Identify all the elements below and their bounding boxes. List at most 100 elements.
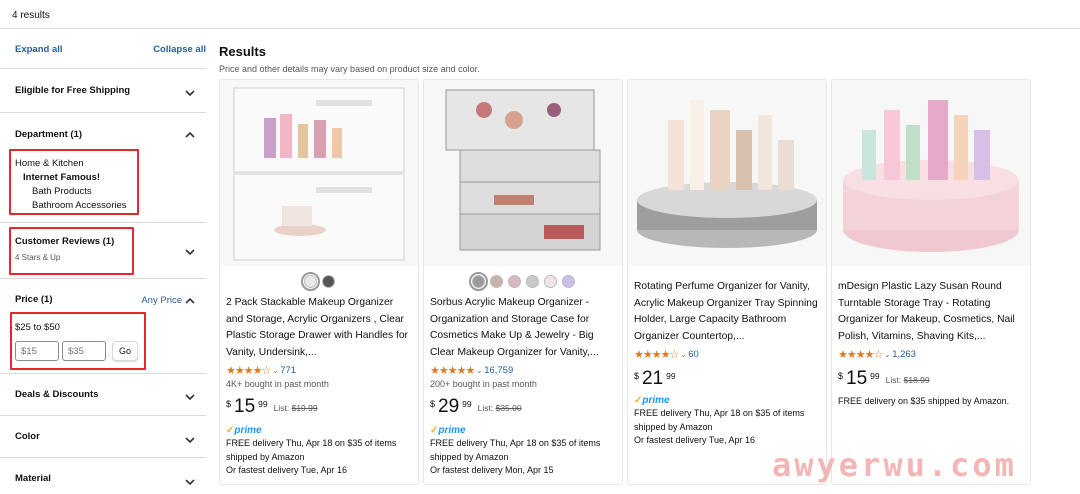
free-shipping-section[interactable]: Eligible for Free Shipping — [0, 68, 206, 112]
price: $29 99 List: $35.00 — [430, 397, 522, 416]
list-price-value: $35.00 — [495, 403, 522, 413]
fastest-delivery: Or fastest delivery Tue, Apr 16 — [226, 465, 348, 475]
chevron-down-icon: ⌄ — [884, 351, 891, 359]
dept-bath-products[interactable]: Bath Products — [32, 186, 92, 197]
prime-label: prime — [234, 425, 262, 436]
deals-title: Deals & Discounts — [15, 389, 99, 400]
chevron-down-icon: ⌄ — [272, 367, 279, 375]
swatch-gray[interactable] — [525, 275, 539, 288]
reviews-title: Customer Reviews (1) — [15, 236, 115, 247]
swatch-taupe[interactable] — [489, 275, 503, 288]
chevron-down-icon[interactable] — [184, 246, 196, 258]
department-title: Department (1) — [15, 129, 83, 140]
chevron-down-icon[interactable] — [184, 476, 196, 488]
color-title: Color — [15, 431, 40, 442]
chevron-up-icon[interactable] — [184, 295, 196, 307]
expand-all-link[interactable]: Expand all — [15, 44, 63, 55]
product-image[interactable] — [220, 80, 418, 266]
any-price-link[interactable]: Any Price — [141, 295, 182, 306]
star-rating-icon: ★★★★★ — [430, 365, 475, 377]
go-button[interactable]: Go — [112, 341, 138, 361]
department-section: Department (1) Home & Kitchen Internet F… — [0, 112, 206, 222]
dept-home-kitchen[interactable]: Home & Kitchen — [15, 158, 84, 169]
results-heading: Results — [219, 44, 266, 59]
product-card[interactable]: mDesign Plastic Lazy Susan Round Turntab… — [831, 79, 1031, 485]
list-price: List: $35.00 — [478, 403, 522, 413]
free-shipping-title: Eligible for Free Shipping — [15, 85, 131, 96]
swatch-black[interactable] — [321, 275, 335, 288]
rating-count[interactable]: 1,263 — [892, 349, 916, 360]
price-whole: 29 — [438, 396, 460, 417]
price-whole: 15 — [234, 396, 256, 417]
collapse-all-link[interactable]: Collapse all — [153, 44, 206, 55]
min-price-input[interactable] — [15, 341, 59, 361]
bought-note: 4K+ bought in past month — [226, 379, 329, 389]
chevron-down-icon[interactable] — [184, 391, 196, 403]
prime-label: prime — [438, 425, 466, 436]
price: $15 99 List: $19.99 — [226, 397, 318, 416]
delivery-info: FREE delivery Thu, Apr 18 on $35 of item… — [634, 408, 805, 432]
chevron-up-icon[interactable] — [184, 129, 196, 141]
star-rating-icon: ★★★★☆ — [226, 365, 271, 377]
rating[interactable]: ★★★★★ ⌄ 16,759 — [430, 364, 513, 377]
product-image[interactable] — [832, 80, 1030, 266]
price-currency: $ — [838, 371, 844, 381]
price-range-link[interactable]: $25 to $50 — [15, 322, 60, 333]
max-price-input[interactable] — [62, 341, 106, 361]
price-cents: 99 — [462, 399, 472, 409]
price-currency: $ — [634, 371, 640, 381]
dept-bathroom-accessories[interactable]: Bathroom Accessories — [32, 200, 127, 211]
list-label: List: — [885, 375, 902, 385]
product-card[interactable]: Rotating Perfume Organizer for Vanity, A… — [627, 79, 827, 485]
chevron-down-icon[interactable] — [184, 434, 196, 446]
rating[interactable]: ★★★★☆ ⌄ 60 — [634, 348, 699, 361]
price-currency: $ — [430, 399, 436, 409]
rating-count[interactable]: 771 — [280, 365, 296, 376]
swatch-white[interactable] — [543, 275, 557, 288]
product-image[interactable] — [424, 80, 622, 266]
delivery-info: FREE delivery Thu, Apr 18 on $35 of item… — [430, 438, 601, 462]
prime-badge: ✓prime — [634, 395, 670, 406]
chevron-down-icon[interactable] — [184, 87, 196, 99]
star-rating-icon: ★★★★☆ — [634, 349, 679, 361]
product-card[interactable]: 2 Pack Stackable Makeup Organizer and St… — [219, 79, 419, 485]
chevron-down-icon: ⌄ — [476, 367, 483, 375]
chevron-down-icon: ⌄ — [680, 351, 687, 359]
swatch-clear[interactable] — [468, 272, 488, 291]
product-image[interactable] — [628, 80, 826, 266]
swatch-purple[interactable] — [561, 275, 575, 288]
product-title[interactable]: mDesign Plastic Lazy Susan Round Turntab… — [838, 279, 1024, 345]
price-title: Price (1) — [15, 294, 53, 305]
prime-badge: ✓prime — [226, 425, 262, 436]
color-swatches — [424, 272, 622, 291]
material-title: Material — [15, 473, 51, 484]
deals-section[interactable]: Deals & Discounts — [0, 373, 206, 415]
rating-count[interactable]: 60 — [688, 349, 699, 360]
price-whole: 15 — [846, 368, 868, 389]
product-title[interactable]: Rotating Perfume Organizer for Vanity, A… — [634, 279, 820, 345]
reviews-filter-4-stars[interactable]: 4 Stars & Up — [15, 253, 60, 262]
rating[interactable]: ★★★★☆ ⌄ 771 — [226, 364, 296, 377]
material-section[interactable]: Material — [0, 457, 206, 494]
delivery-info: FREE delivery Thu, Apr 18 on $35 of item… — [226, 438, 397, 462]
rating[interactable]: ★★★★☆ ⌄ 1,263 — [838, 348, 916, 361]
rating-count[interactable]: 16,759 — [484, 365, 513, 376]
bought-note: 200+ bought in past month — [430, 379, 537, 389]
product-title[interactable]: Sorbus Acrylic Makeup Organizer - Organi… — [430, 295, 616, 361]
color-section[interactable]: Color — [0, 415, 206, 457]
product-title[interactable]: 2 Pack Stackable Makeup Organizer and St… — [226, 295, 412, 361]
customer-reviews-section: Customer Reviews (1) 4 Stars & Up — [0, 222, 206, 278]
prime-label: prime — [642, 395, 670, 406]
list-label: List: — [273, 403, 290, 413]
swatch-pink[interactable] — [507, 275, 521, 288]
list-price: List: $19.99 — [274, 403, 318, 413]
results-count: 4 results — [12, 10, 50, 21]
price-cents: 99 — [870, 371, 880, 381]
highlight-box — [9, 227, 134, 275]
swatch-clear[interactable] — [300, 272, 320, 291]
results-subtitle: Price and other details may vary based o… — [219, 64, 480, 74]
product-card[interactable]: Sorbus Acrylic Makeup Organizer - Organi… — [423, 79, 623, 485]
color-swatches — [220, 272, 418, 291]
dept-internet-famous[interactable]: Internet Famous! — [23, 172, 100, 183]
price-cents: 99 — [258, 399, 268, 409]
